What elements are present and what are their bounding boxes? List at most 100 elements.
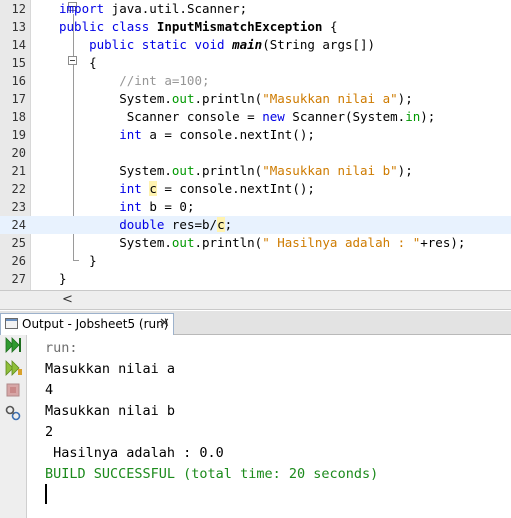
output-tab-bar: Output - Jobsheet5 (run) ✕ <box>0 311 511 335</box>
code-token: int <box>119 199 142 214</box>
code-token: out <box>171 235 195 250</box>
code-token: } <box>59 271 67 286</box>
line-number: 27 <box>11 272 26 286</box>
code-editor[interactable]: 12 import java.util.Scanner; 13 public clas… <box>0 0 511 290</box>
code-text: System.out.println("Masukkan nilai b"); <box>59 162 413 180</box>
line-number: 26 <box>11 254 26 268</box>
code-text: double res=b/c; <box>59 216 232 234</box>
output-line: 2 <box>45 424 54 440</box>
code-token: Scanner(System. <box>284 109 406 124</box>
line-number: 14 <box>11 38 26 52</box>
code-token: ; <box>224 217 233 232</box>
code-line[interactable]: 24 double res=b/c; <box>0 216 511 234</box>
code-line[interactable]: 16 //int a=100; <box>0 72 511 90</box>
tab-output-label: Output - Jobsheet5 (run) <box>22 317 169 331</box>
code-line[interactable]: 23 int b = 0; <box>0 198 511 216</box>
code-line[interactable]: 18 Scanner console = new Scanner(System.… <box>0 108 511 126</box>
code-token: .println( <box>194 163 263 178</box>
code-text: //int a=100; <box>59 72 209 90</box>
code-token: res=b/ <box>164 217 218 232</box>
code-text: } <box>59 252 97 270</box>
close-tab-icon[interactable]: ✕ <box>159 316 170 331</box>
code-token: { <box>59 55 97 70</box>
output-line: BUILD SUCCESSFUL (total time: 20 seconds… <box>45 466 379 482</box>
code-token: out <box>171 91 195 106</box>
code-line[interactable]: 26 } <box>0 252 511 270</box>
code-text: { <box>59 54 97 72</box>
tab-output[interactable]: Output - Jobsheet5 (run) ✕ <box>0 313 174 335</box>
code-token: public class <box>59 19 157 34</box>
code-line[interactable]: 25 System.out.println(" Hasilnya adalah … <box>0 234 511 252</box>
code-token: in <box>405 109 421 124</box>
code-token: b = 0; <box>141 199 195 214</box>
code-token: " Hasilnya adalah : " <box>262 235 421 250</box>
line-number: 23 <box>11 200 26 214</box>
code-text: public static void main(String args[]) <box>59 36 375 54</box>
code-line[interactable]: 22 int c = console.nextInt(); <box>0 180 511 198</box>
code-token: "Masukkan nilai b" <box>262 163 398 178</box>
stop-icon[interactable] <box>4 381 22 399</box>
code-line[interactable]: 12 import java.util.Scanner; <box>0 0 511 18</box>
line-number: 13 <box>11 20 26 34</box>
code-text: } <box>59 270 67 288</box>
code-text: System.out.println(" Hasilnya adalah : "… <box>59 234 465 252</box>
line-number: 16 <box>11 74 26 88</box>
line-number: 15 <box>11 56 26 70</box>
code-token: = console.nextInt(); <box>156 181 315 196</box>
code-token: c <box>149 181 157 196</box>
code-token: import <box>59 1 105 16</box>
code-token: c <box>217 217 225 232</box>
output-line: 4 <box>45 382 54 398</box>
line-number: 22 <box>11 182 26 196</box>
code-line[interactable]: 14 public static void main(String args[]… <box>0 36 511 54</box>
code-token: public static void <box>59 37 233 52</box>
output-toolbar <box>0 335 27 518</box>
code-token: ); <box>420 109 436 124</box>
line-number: 25 <box>11 236 26 250</box>
code-line[interactable]: 13 public class InputMismatchException { <box>0 18 511 36</box>
settings-icon[interactable] <box>4 404 22 422</box>
code-text: int a = console.nextInt(); <box>59 126 315 144</box>
code-line[interactable]: 21 System.out.println("Masukkan nilai b"… <box>0 162 511 180</box>
code-token: java.util.Scanner; <box>104 1 248 16</box>
code-token: double <box>119 217 165 232</box>
scroll-left-arrow-icon[interactable]: < <box>62 292 73 307</box>
code-token: a = console.nextInt(); <box>141 127 315 142</box>
code-token: out <box>171 163 195 178</box>
code-token: System. <box>59 163 172 178</box>
code-text: Scanner console = new Scanner(System.in)… <box>59 108 436 126</box>
line-number: 20 <box>11 146 26 160</box>
code-line[interactable]: 19 int a = console.nextInt(); <box>0 126 511 144</box>
line-number: 21 <box>11 164 26 178</box>
code-line[interactable]: 20 <box>0 144 511 162</box>
horizontal-scrollbar[interactable]: < <box>0 290 511 310</box>
output-line: Hasilnya adalah : 0.0 <box>45 445 224 461</box>
text-caret <box>45 484 47 504</box>
code-token: int <box>119 181 142 196</box>
code-line[interactable]: 17 System.out.println("Masukkan nilai a"… <box>0 90 511 108</box>
code-token: new <box>262 109 285 124</box>
code-token: +res); <box>420 235 466 250</box>
output-line: run: <box>45 340 78 356</box>
code-line[interactable]: 27} <box>0 270 511 288</box>
line-number: 18 <box>11 110 26 124</box>
output-panel[interactable]: run: Masukkan nilai a 4 Masukkan nilai b 2 H… <box>0 335 511 518</box>
code-token: InputMismatchException <box>156 19 323 34</box>
rerun-icon[interactable] <box>4 336 22 354</box>
line-number: 24 <box>11 218 26 232</box>
code-token: Scanner console = <box>59 109 263 124</box>
code-token: int <box>119 127 142 142</box>
rerun-with-options-icon[interactable] <box>4 359 22 377</box>
code-token: { <box>322 19 338 34</box>
code-line[interactable]: 15 { <box>0 54 511 72</box>
line-number: 12 <box>11 2 26 16</box>
code-text: int c = console.nextInt(); <box>59 180 315 198</box>
code-token: "Masukkan nilai a" <box>262 91 398 106</box>
code-token: } <box>59 253 97 268</box>
code-token: System. <box>59 235 172 250</box>
code-token: main <box>232 37 263 52</box>
